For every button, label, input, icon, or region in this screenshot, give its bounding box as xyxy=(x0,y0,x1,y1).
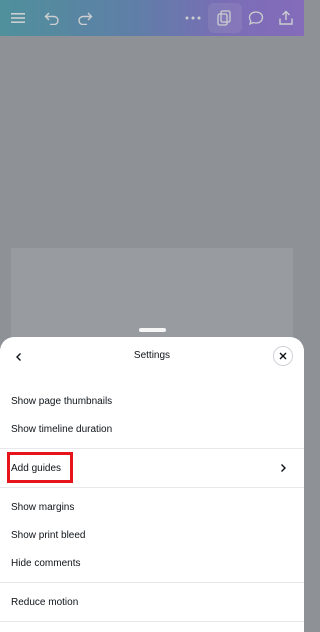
settings-group-view: Show margins Show print bleed Hide comme… xyxy=(0,488,304,583)
show-print-bleed-option[interactable]: Show print bleed xyxy=(0,521,304,549)
undo-icon[interactable] xyxy=(40,6,64,30)
option-label: Reduce motion xyxy=(11,596,79,608)
top-toolbar xyxy=(0,0,304,36)
show-margins-option[interactable]: Show margins xyxy=(0,493,304,521)
share-icon[interactable] xyxy=(274,6,298,30)
hide-comments-option[interactable]: Hide comments xyxy=(0,549,304,577)
sheet-header: Settings xyxy=(0,337,304,377)
chevron-right-icon xyxy=(277,462,289,474)
settings-group-display: Show page thumbnails Show timeline durat… xyxy=(0,377,304,449)
comment-icon[interactable] xyxy=(244,6,268,30)
pages-icon[interactable] xyxy=(212,6,236,30)
option-label: Show margins xyxy=(11,501,75,513)
settings-group-accessibility: Reduce motion xyxy=(0,583,304,622)
option-label: Hide comments xyxy=(11,557,81,569)
option-label: Show timeline duration xyxy=(11,423,113,435)
app-root: Settings Show page thumbnails Show timel… xyxy=(0,0,304,632)
show-timeline-duration-option[interactable]: Show timeline duration xyxy=(0,415,304,443)
option-label: Add guides xyxy=(11,462,62,474)
settings-group-guides: Add guides xyxy=(0,449,304,488)
menu-icon[interactable] xyxy=(6,6,30,30)
reduce-motion-option[interactable]: Reduce motion xyxy=(0,588,304,616)
close-icon xyxy=(279,352,287,360)
sheet-drag-handle[interactable] xyxy=(139,328,166,332)
close-button[interactable] xyxy=(273,346,293,366)
add-guides-option[interactable]: Add guides xyxy=(0,449,304,487)
option-label: Show page thumbnails xyxy=(11,395,113,407)
more-icon[interactable] xyxy=(181,6,205,30)
sheet-title: Settings xyxy=(133,350,171,361)
redo-icon[interactable] xyxy=(73,6,97,30)
design-page[interactable] xyxy=(11,248,293,348)
show-page-thumbnails-option[interactable]: Show page thumbnails xyxy=(0,387,304,415)
option-label: Show print bleed xyxy=(11,529,86,541)
settings-sheet: Settings Show page thumbnails Show timel… xyxy=(0,337,304,632)
canvas-area xyxy=(0,36,304,348)
